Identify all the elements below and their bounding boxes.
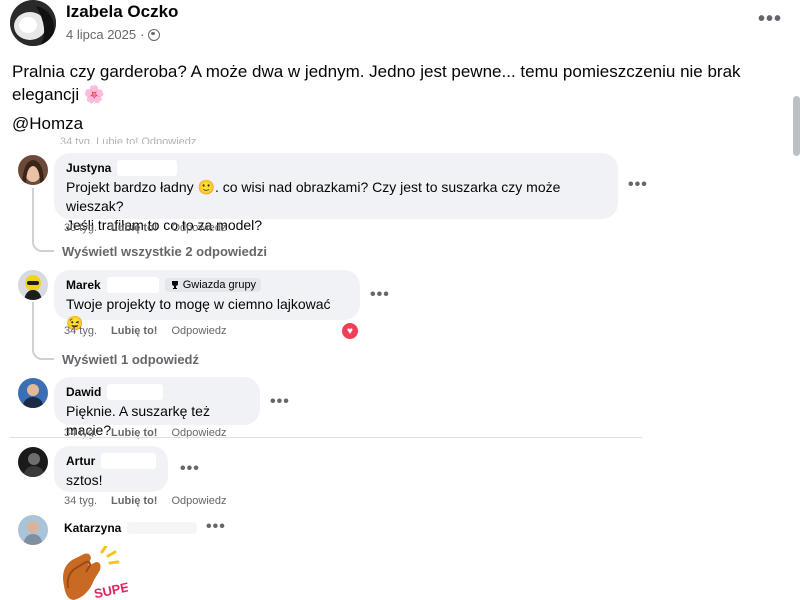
redacted-surname: [106, 277, 159, 293]
like-button[interactable]: Lubię to!: [111, 495, 157, 507]
redacted-surname: [127, 522, 198, 534]
view-replies-link[interactable]: Wyświetl 1 odpowiedź: [62, 352, 199, 367]
comment-text: sztos!: [66, 472, 103, 488]
comment-more-options-icon[interactable]: •••: [628, 176, 648, 194]
clapping-hands-icon: SUPER!: [63, 546, 128, 600]
reply-button[interactable]: Odpowiedz: [171, 222, 226, 234]
like-button[interactable]: Lubię to!: [111, 325, 157, 337]
post-mention[interactable]: @Homza: [12, 114, 83, 134]
comment-more-options-icon[interactable]: •••: [180, 460, 200, 478]
author-avatar[interactable]: [10, 0, 56, 46]
divider: [10, 437, 642, 438]
comment-avatar[interactable]: [18, 515, 48, 545]
reply-button[interactable]: Odpowiedz: [171, 325, 226, 337]
avatar-image: [18, 515, 48, 545]
avatar-image: [18, 447, 48, 477]
like-button[interactable]: Lubię to!: [111, 222, 157, 234]
comment-actions: 30 tyg. Lubię to! Odpowiedz: [64, 222, 227, 234]
thread-line: [32, 188, 54, 252]
comment-time[interactable]: 30 tyg.: [64, 222, 97, 234]
commenter-name[interactable]: Marek: [66, 278, 101, 292]
comment-avatar[interactable]: [18, 155, 48, 185]
comment-time[interactable]: 34 tyg.: [64, 495, 97, 507]
comment-avatar[interactable]: [18, 378, 48, 408]
redacted-surname: [101, 453, 156, 469]
meta-separator: ·: [140, 27, 145, 42]
comment-actions: 34 tyg. Lubię to! Odpowiedz: [64, 495, 227, 507]
reply-button[interactable]: Odpowiedz: [171, 495, 226, 507]
clipped-comment-actions: 34 tyg. Lubię to! Odpowiedz: [60, 136, 197, 144]
post-date[interactable]: 4 lipca 2025: [66, 27, 136, 42]
comment-bubble[interactable]: Marek Gwiazda grupy Twoje projekty to mo…: [54, 270, 360, 331]
post-author-name[interactable]: Izabela Oczko: [66, 2, 178, 22]
thread-line: [32, 302, 54, 360]
sticker-text: SUPER!: [93, 576, 128, 600]
comment-more-options-icon[interactable]: •••: [206, 518, 226, 536]
commenter-name[interactable]: Katarzyna: [64, 521, 121, 535]
comment-more-options-icon[interactable]: •••: [270, 393, 290, 411]
post-text: Pralnia czy garderoba? A może dwa w jedn…: [12, 62, 741, 104]
badge-label: Gwiazda grupy: [182, 279, 257, 291]
comment-bubble[interactable]: Justyna Projekt bardzo ładny 🙂. co wisi …: [54, 153, 618, 233]
comment-bubble[interactable]: Dawid Pięknie. A suszarkę też macie?: [54, 377, 260, 438]
avatar-image: [18, 155, 48, 185]
commenter-name[interactable]: Justyna: [66, 161, 111, 175]
view-replies-link[interactable]: Wyświetl wszystkie 2 odpowiedzi: [62, 244, 267, 259]
commenter-name-row: Katarzyna: [64, 521, 198, 535]
heart-reaction-icon[interactable]: ♥: [340, 321, 360, 341]
post-meta: 4 lipca 2025 ·: [66, 27, 161, 42]
group-star-badge[interactable]: Gwiazda grupy: [164, 278, 262, 292]
avatar-image: [10, 0, 56, 46]
avatar-image: [18, 270, 48, 300]
redacted-surname: [117, 160, 178, 176]
comment-avatar[interactable]: [18, 270, 48, 300]
comment-more-options-icon[interactable]: •••: [370, 286, 390, 304]
trophy-icon: [171, 281, 178, 289]
comment-time[interactable]: 34 tyg.: [64, 325, 97, 337]
sticker-clapping-hands[interactable]: SUPER!: [58, 546, 128, 600]
comment-avatar[interactable]: [18, 447, 48, 477]
comment-bubble[interactable]: Artur sztos!: [54, 446, 168, 492]
post-more-options-icon[interactable]: •••: [758, 8, 782, 31]
commenter-name[interactable]: Dawid: [66, 385, 101, 399]
comment-text: Projekt bardzo ładny 🙂. co wisi nad obra…: [66, 179, 561, 214]
globe-icon[interactable]: [148, 28, 161, 41]
commenter-name[interactable]: Artur: [66, 454, 95, 468]
scrollbar[interactable]: [793, 96, 800, 156]
comment-actions: 34 tyg. Lubię to! Odpowiedz: [64, 325, 227, 337]
redacted-surname: [107, 384, 164, 400]
avatar-image: [18, 378, 48, 408]
